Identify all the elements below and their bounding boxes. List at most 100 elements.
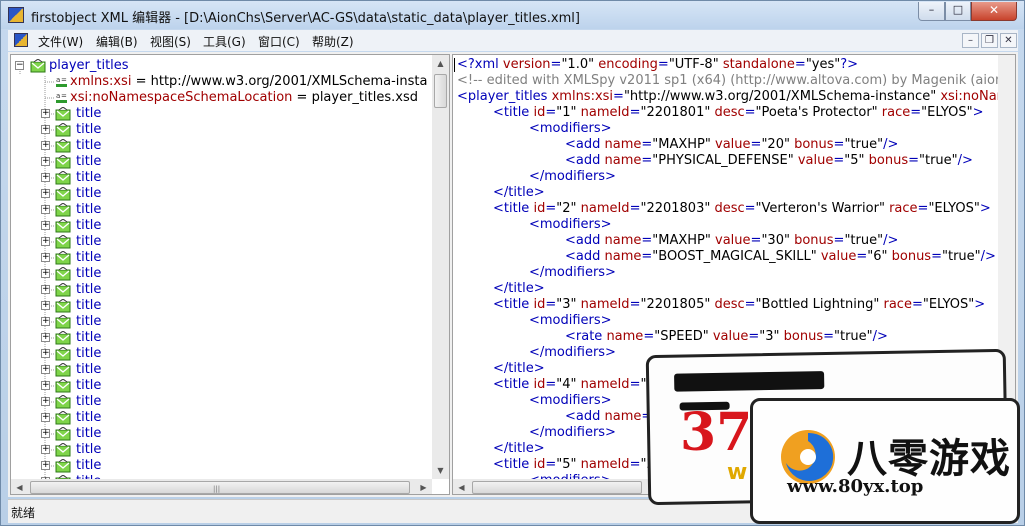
tree-node[interactable]: title [76, 250, 101, 266]
code-token-tag: = [750, 233, 762, 248]
scroll-right-icon[interactable]: ▶ [415, 479, 432, 494]
code-token-tag: = [643, 329, 655, 344]
code-token-tag: </modifiers> [529, 265, 616, 280]
expand-icon[interactable]: + [41, 221, 50, 230]
menu-edit[interactable]: 编辑(B) [96, 33, 138, 50]
menu-tools[interactable]: 工具(G) [203, 33, 246, 50]
tree-node[interactable]: title [76, 378, 101, 394]
expand-icon[interactable]: + [41, 269, 50, 278]
expand-icon[interactable]: + [41, 285, 50, 294]
code-line: <title id="2" nameId="2201803" desc="Ver… [493, 201, 991, 217]
mdi-close-button[interactable]: ✕ [1000, 33, 1017, 48]
element-icon [55, 170, 71, 185]
expand-icon[interactable]: + [41, 349, 50, 358]
expand-icon[interactable]: + [41, 109, 50, 118]
tree-node[interactable]: player_titles [49, 58, 129, 74]
tree-node[interactable]: title [76, 234, 101, 250]
code-token-val: "ELYOS" [921, 105, 973, 120]
tree-hscroll-thumb[interactable]: ||| [30, 481, 410, 494]
scroll-down-icon[interactable]: ▼ [432, 462, 449, 479]
code-token-val: "true" [844, 137, 884, 152]
code-token-attr: bonus [891, 249, 932, 264]
expand-icon[interactable]: + [41, 141, 50, 150]
code-token-attr: id [533, 297, 546, 312]
expand-icon[interactable]: + [41, 365, 50, 374]
tree-node[interactable]: title [76, 298, 101, 314]
tree-node[interactable]: title [76, 426, 101, 442]
code-token-val: "1" [556, 105, 581, 120]
tree-node[interactable]: title [76, 106, 101, 122]
expand-icon[interactable]: + [41, 461, 50, 470]
scroll-up-icon[interactable]: ▲ [432, 55, 449, 72]
tree-node[interactable]: title [76, 314, 101, 330]
tree-node[interactable]: title [76, 346, 101, 362]
tree-vscroll-thumb[interactable] [434, 74, 447, 108]
menu-window[interactable]: 窗口(C) [258, 33, 300, 50]
svg-text:=: = [61, 76, 67, 84]
tree-node[interactable]: title [76, 170, 101, 186]
tree-node[interactable]: title [76, 186, 101, 202]
expand-icon[interactable]: + [41, 253, 50, 262]
code-token-tag: > [972, 105, 984, 120]
minimize-button[interactable]: – [918, 2, 945, 21]
tree-node[interactable]: title [76, 154, 101, 170]
mdi-restore-button[interactable]: ❐ [981, 33, 998, 48]
code-token-attr: xsi:noNam [940, 89, 1005, 104]
expand-icon[interactable]: + [41, 333, 50, 342]
tree-node[interactable]: title [76, 282, 101, 298]
expand-icon[interactable]: + [41, 397, 50, 406]
collapse-icon[interactable]: − [15, 61, 24, 70]
tree-node[interactable]: title [76, 218, 101, 234]
code-token-tag: </title> [493, 361, 545, 376]
tree-node[interactable]: title [76, 266, 101, 282]
code-token-val: "true" [844, 233, 884, 248]
code-line: <?xml version="1.0" encoding="UTF-8" sta… [457, 57, 858, 73]
tree-node[interactable]: title [76, 202, 101, 218]
tree-view[interactable]: − player_titles a = xmlns:xsi = http://www.w… [10, 54, 450, 495]
document-icon[interactable] [14, 33, 28, 47]
expand-icon[interactable]: + [41, 237, 50, 246]
expand-icon[interactable]: + [41, 205, 50, 214]
code-line: <modifiers> [529, 313, 612, 329]
tree-node[interactable]: title [76, 458, 101, 474]
expand-icon[interactable]: + [41, 189, 50, 198]
mdi-minimize-button[interactable]: – [962, 33, 979, 48]
tree-vertical-scrollbar[interactable]: ▲ ▼ [432, 55, 449, 479]
code-line: </modifiers> [529, 425, 616, 441]
expand-icon[interactable]: + [41, 173, 50, 182]
tree-node[interactable]: title [76, 122, 101, 138]
expand-icon[interactable]: + [41, 381, 50, 390]
maximize-button[interactable]: □ [945, 2, 971, 21]
tree-node[interactable]: title [76, 410, 101, 426]
code-line: <!-- edited with XMLSpy v2011 sp1 (x64) … [457, 73, 1005, 89]
tree-horizontal-scrollbar[interactable]: ◀ ||| ▶ [11, 479, 432, 494]
expand-icon[interactable]: + [41, 301, 50, 310]
close-button[interactable]: ✕ [971, 2, 1017, 21]
tree-node[interactable]: title [76, 362, 101, 378]
expand-icon[interactable]: + [41, 413, 50, 422]
code-token-tag: </title> [493, 185, 545, 200]
tree-node[interactable]: title [76, 394, 101, 410]
close-icon: ✕ [988, 3, 1000, 17]
text-hscroll-thumb[interactable] [472, 481, 642, 494]
scroll-left-icon[interactable]: ◀ [11, 479, 28, 494]
expand-icon[interactable]: + [41, 429, 50, 438]
tree-node[interactable]: title [76, 442, 101, 458]
expand-icon[interactable]: + [41, 317, 50, 326]
title-bar[interactable]: firstobject XML 编辑器 - [D:\AionChs\Server… [1, 1, 1024, 29]
menu-help[interactable]: 帮助(Z) [312, 33, 354, 50]
menu-file[interactable]: 文件(W) [38, 33, 83, 50]
code-token-val: "ELYOS" [922, 297, 975, 312]
tree-child-label: title [76, 458, 102, 473]
tree-node[interactable]: title [76, 138, 101, 154]
expand-icon[interactable]: + [41, 157, 50, 166]
element-icon [55, 266, 71, 281]
tree-node[interactable]: xsi:noNamespaceSchemaLocation = player_t… [70, 90, 418, 106]
svg-text:=: = [61, 92, 67, 100]
text-scroll-left-icon[interactable]: ◀ [453, 479, 470, 494]
tree-node[interactable]: title [76, 330, 101, 346]
expand-icon[interactable]: + [41, 445, 50, 454]
tree-node[interactable]: xmlns:xsi = http://www.w3.org/2001/XMLSc… [70, 74, 428, 90]
expand-icon[interactable]: + [41, 125, 50, 134]
menu-view[interactable]: 视图(S) [150, 33, 191, 50]
